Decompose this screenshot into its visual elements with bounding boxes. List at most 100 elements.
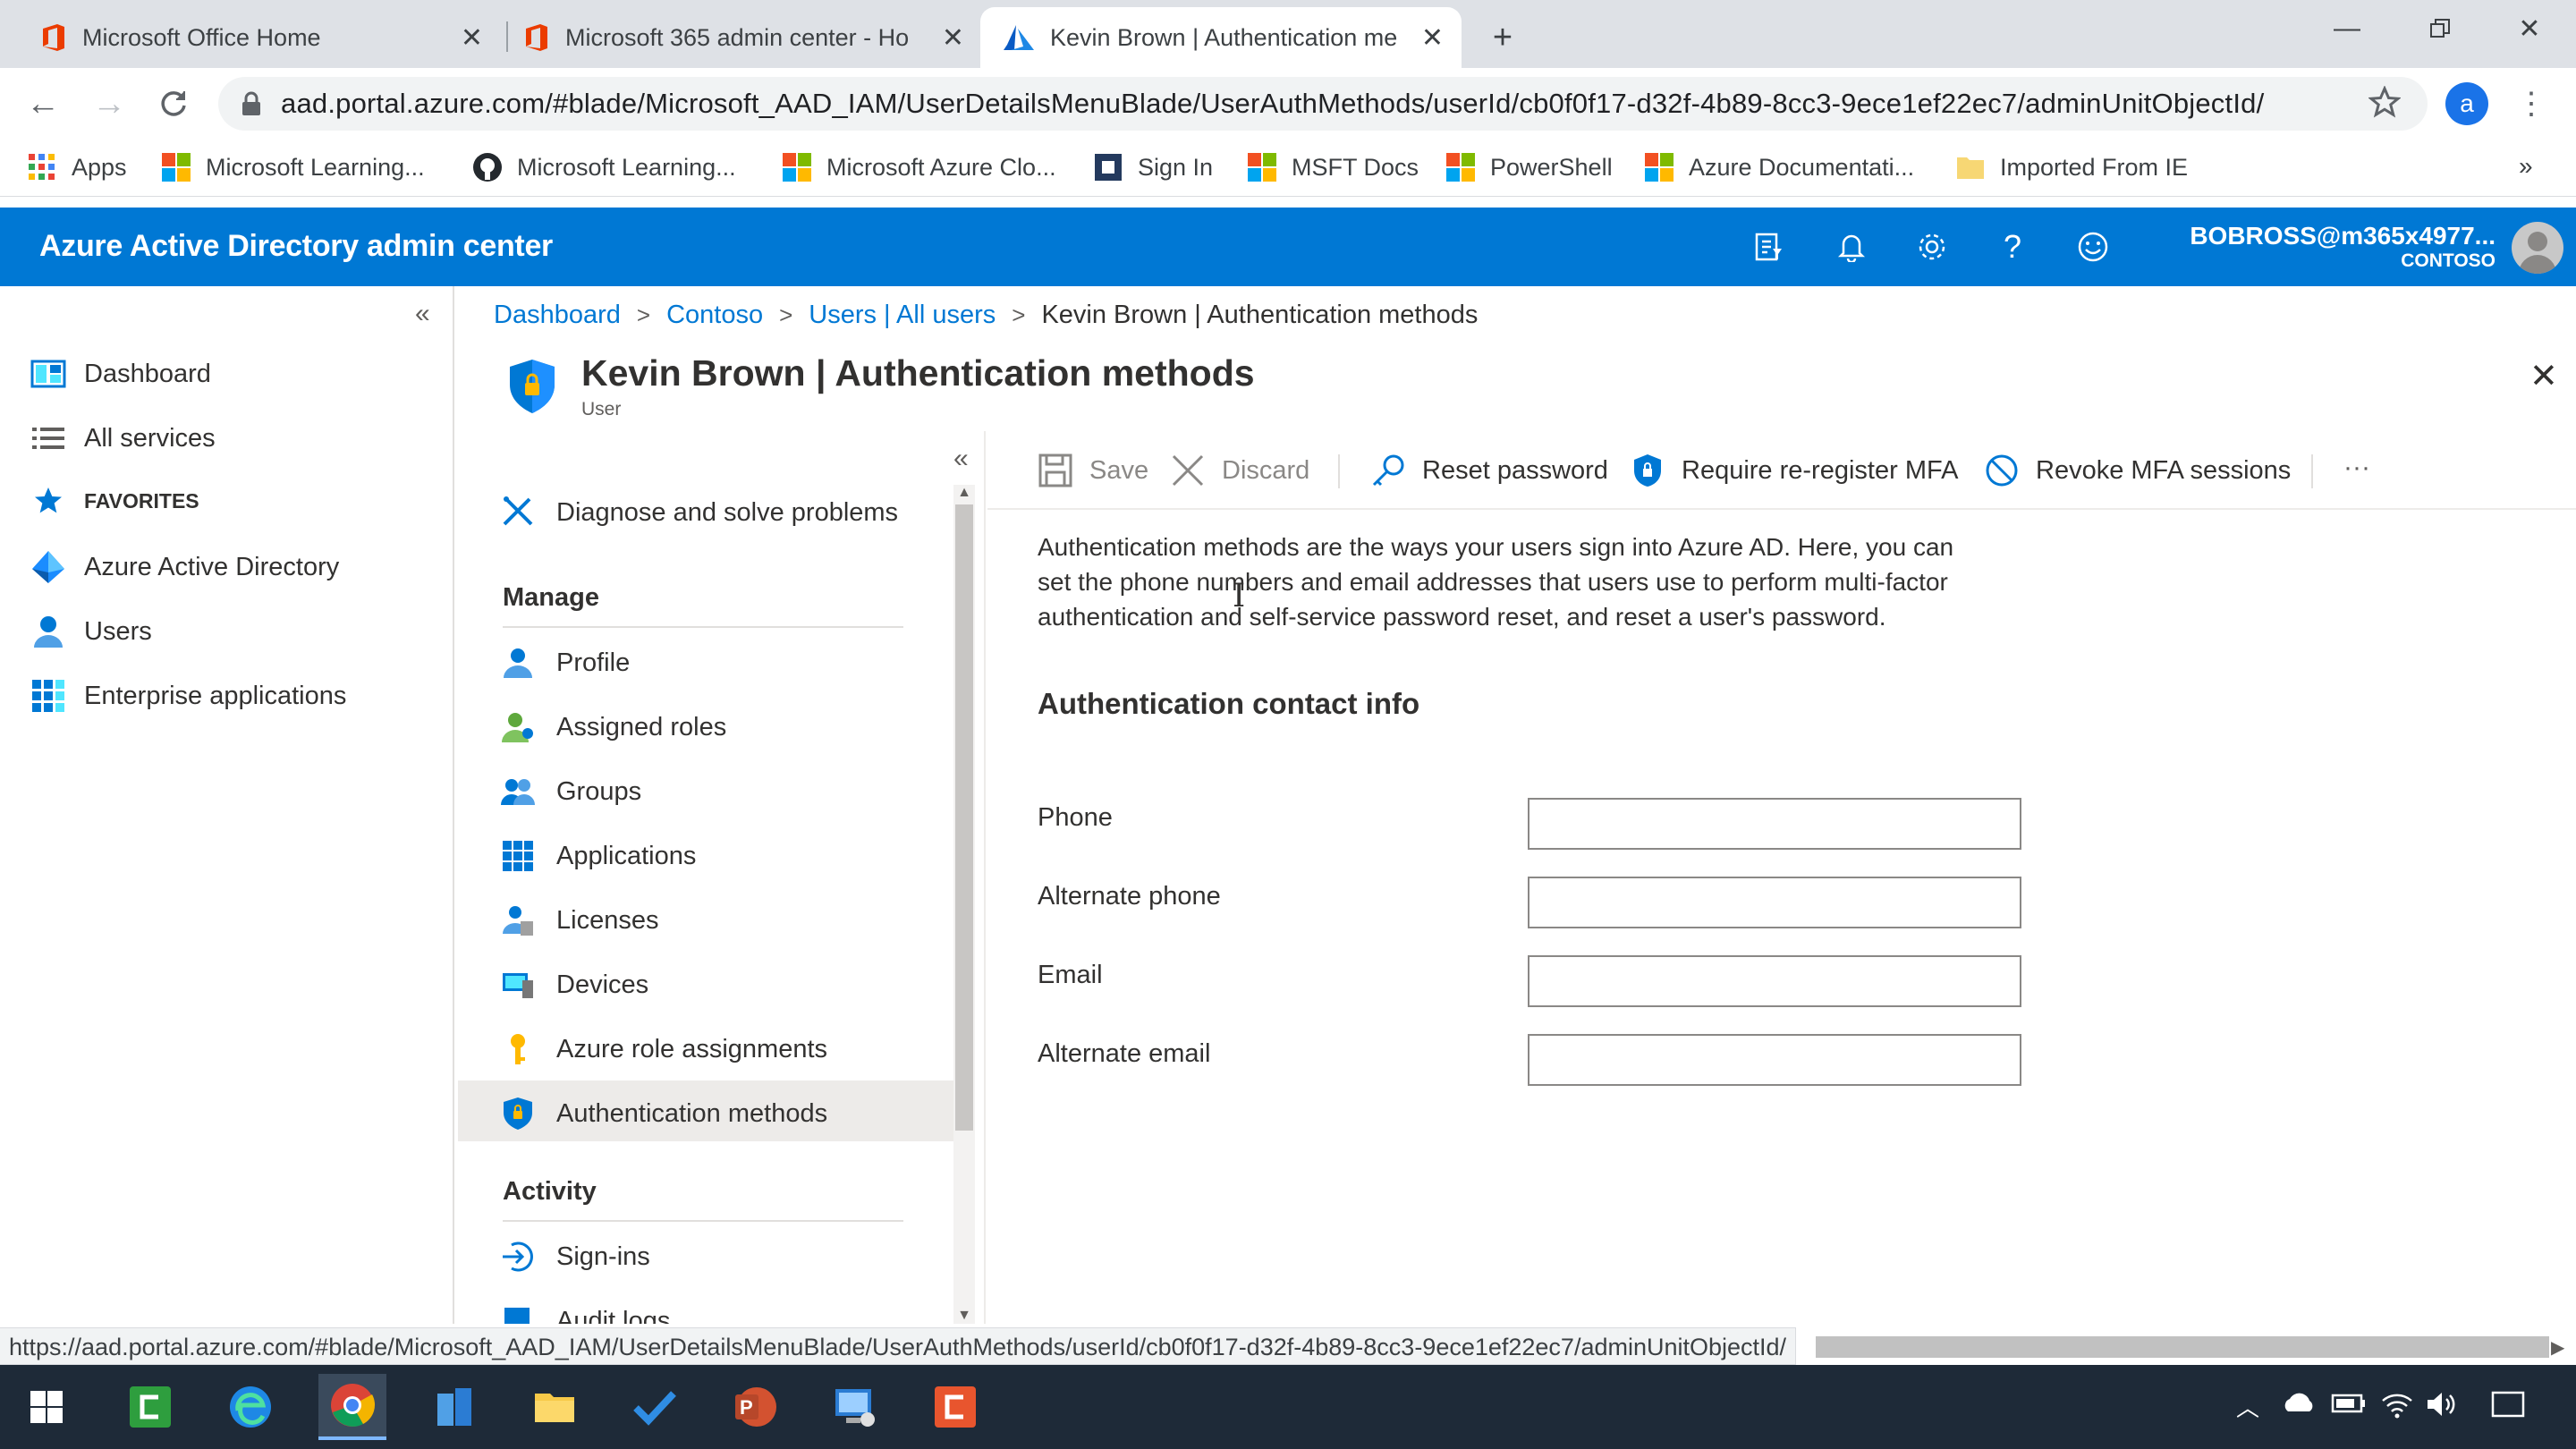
settings-button[interactable] xyxy=(1912,227,1952,267)
breadcrumb-contoso[interactable]: Contoso xyxy=(666,301,763,330)
scroll-up-icon[interactable]: ▲ xyxy=(953,485,975,501)
breadcrumb-users[interactable]: Users | All users xyxy=(809,301,996,330)
profile-avatar[interactable]: a xyxy=(2445,82,2488,125)
back-button[interactable]: ← xyxy=(20,80,66,127)
browser-tab-office-home[interactable]: Microsoft Office Home ✕ xyxy=(18,7,501,68)
prohibited-icon xyxy=(1984,453,2020,488)
reset-password-button[interactable]: Reset password xyxy=(1370,453,1608,488)
bookmark-msft-docs[interactable]: MSFT Docs xyxy=(1247,152,1419,182)
microsoft-logo-icon xyxy=(782,152,812,182)
menu-item-audit-logs[interactable]: Audit logs xyxy=(501,1304,670,1324)
save-button[interactable]: Save xyxy=(1038,453,1148,488)
battery-icon[interactable] xyxy=(2331,1390,2367,1415)
volume-icon[interactable] xyxy=(2424,1390,2460,1419)
nav-users[interactable]: Users xyxy=(30,614,152,649)
arrow-left-icon: ← xyxy=(26,84,60,123)
new-tab-button[interactable]: + xyxy=(1476,7,1530,68)
nav-enterprise-applications[interactable]: Enterprise applications xyxy=(30,678,346,714)
browser-tab-m365-admin[interactable]: Microsoft 365 admin center - Ho ✕ xyxy=(501,7,982,68)
bookmarks-overflow-button[interactable]: » xyxy=(2519,152,2533,181)
menu-scrollbar-thumb[interactable] xyxy=(955,504,973,1131)
nav-azure-active-directory[interactable]: Azure Active Directory xyxy=(30,549,339,585)
bookmark-azure-docs[interactable]: Azure Documentati... xyxy=(1644,152,1914,182)
alternate-email-label: Alternate email xyxy=(1038,1039,1211,1068)
taskbar-chrome[interactable] xyxy=(318,1374,386,1440)
phone-input[interactable] xyxy=(1528,798,2021,850)
avatar[interactable] xyxy=(2512,222,2563,274)
bell-icon xyxy=(1836,232,1867,262)
feedback-button[interactable] xyxy=(2073,227,2113,267)
alternate-email-input[interactable] xyxy=(1528,1034,2021,1086)
forward-button[interactable]: → xyxy=(86,80,132,127)
menu-item-applications[interactable]: Applications xyxy=(501,839,696,873)
taskbar-office[interactable] xyxy=(420,1374,488,1440)
folder-icon xyxy=(1955,152,1986,182)
menu-item-profile[interactable]: Profile xyxy=(501,646,630,680)
menu-scrollbar[interactable]: ▲ ▼ xyxy=(953,485,975,1324)
bookmark-apps[interactable]: Apps xyxy=(27,152,127,182)
menu-item-devices[interactable]: Devices xyxy=(501,968,648,1002)
scroll-down-icon[interactable]: ▼ xyxy=(953,1308,975,1324)
require-mfa-button[interactable]: Require re-register MFA xyxy=(1630,453,1958,488)
nav-all-services[interactable]: All services xyxy=(30,420,216,456)
revoke-mfa-sessions-button[interactable]: Revoke MFA sessions xyxy=(1984,453,2291,488)
taskbar-camtasia[interactable] xyxy=(116,1374,184,1440)
remote-desktop-icon xyxy=(832,1384,878,1430)
taskbar-todo[interactable] xyxy=(621,1374,689,1440)
bookmark-star-button[interactable] xyxy=(2361,79,2408,125)
more-commands-button[interactable]: ··· xyxy=(2343,453,2370,483)
close-window-button[interactable]: ✕ xyxy=(2483,0,2576,57)
breadcrumb-dashboard[interactable]: Dashboard xyxy=(494,301,621,330)
menu-item-sign-ins[interactable]: Sign-ins xyxy=(501,1240,650,1274)
taskbar-file-explorer[interactable] xyxy=(521,1374,589,1440)
help-button[interactable]: ? xyxy=(1993,227,2032,267)
microsoft-logo-icon xyxy=(1247,152,1277,182)
collapse-menu-button[interactable]: « xyxy=(953,444,969,474)
email-input[interactable] xyxy=(1528,955,2021,1007)
notifications-button[interactable] xyxy=(1832,227,1871,267)
bookmark-azure-cloud[interactable]: Microsoft Azure Clo... xyxy=(782,152,1056,182)
email-label: Email xyxy=(1038,961,1103,989)
wifi-icon[interactable] xyxy=(2379,1390,2415,1419)
bookmark-powershell[interactable]: PowerShell xyxy=(1445,152,1613,182)
bookmark-imported-from-ie[interactable]: Imported From IE xyxy=(1955,152,2188,182)
url-text[interactable]: aad.portal.azure.com/#blade/Microsoft_AA… xyxy=(281,88,2264,120)
start-button[interactable] xyxy=(13,1374,80,1440)
bookmark-sign-in[interactable]: Sign In xyxy=(1093,152,1213,182)
bookmark-ms-learning-1[interactable]: Microsoft Learning... xyxy=(161,152,425,182)
taskbar-camtasia-recorder[interactable] xyxy=(921,1374,989,1440)
alternate-phone-input[interactable] xyxy=(1528,877,2021,928)
discard-button[interactable]: Discard xyxy=(1170,453,1309,488)
scroll-right-icon[interactable]: ▶ xyxy=(2551,1336,2564,1359)
reload-button[interactable] xyxy=(150,80,197,127)
account-info[interactable]: BOBROSS@m365x4977... CONTOSO xyxy=(2182,222,2496,272)
menu-item-authentication-methods[interactable]: Authentication methods xyxy=(501,1097,827,1131)
minimize-button[interactable]: — xyxy=(2301,0,2394,57)
close-tab-icon[interactable]: ✕ xyxy=(942,22,964,54)
menu-item-assigned-roles[interactable]: Assigned roles xyxy=(501,710,726,744)
menu-item-groups[interactable]: Groups xyxy=(501,775,641,809)
close-tab-icon[interactable]: ✕ xyxy=(461,22,483,54)
browser-tab-auth-methods[interactable]: Kevin Brown | Authentication me ✕ xyxy=(980,7,1462,68)
taskbar-remote-desktop[interactable] xyxy=(821,1374,889,1440)
onedrive-icon[interactable] xyxy=(2281,1390,2317,1415)
horizontal-scrollbar-thumb[interactable] xyxy=(1816,1336,2549,1358)
close-tab-icon[interactable]: ✕ xyxy=(1421,22,1444,54)
menu-item-azure-role-assignments[interactable]: Azure role assignments xyxy=(501,1032,827,1066)
directory-filter-button[interactable] xyxy=(1750,227,1789,267)
close-blade-button[interactable]: ✕ xyxy=(2529,356,2558,396)
taskbar-powerpoint[interactable]: P xyxy=(721,1374,789,1440)
roles-icon xyxy=(501,710,535,744)
restore-button[interactable] xyxy=(2394,0,2487,57)
bookmark-ms-learning-2[interactable]: Microsoft Learning... xyxy=(472,152,736,182)
tray-overflow-icon[interactable]: ︿ xyxy=(2236,1390,2259,1423)
browser-menu-button[interactable]: ⋮ xyxy=(2508,80,2555,127)
omnibox[interactable]: aad.portal.azure.com/#blade/Microsoft_AA… xyxy=(218,77,2428,131)
nav-dashboard[interactable]: Dashboard xyxy=(30,356,211,392)
menu-item-diagnose[interactable]: Diagnose and solve problems xyxy=(501,496,898,530)
menu-item-licenses[interactable]: Licenses xyxy=(501,903,658,937)
taskbar-edge[interactable] xyxy=(216,1374,284,1440)
notifications-center-icon[interactable] xyxy=(2490,1390,2526,1419)
portal-title[interactable]: Azure Active Directory admin center xyxy=(39,229,553,264)
collapse-nav-button[interactable]: « xyxy=(415,299,430,329)
